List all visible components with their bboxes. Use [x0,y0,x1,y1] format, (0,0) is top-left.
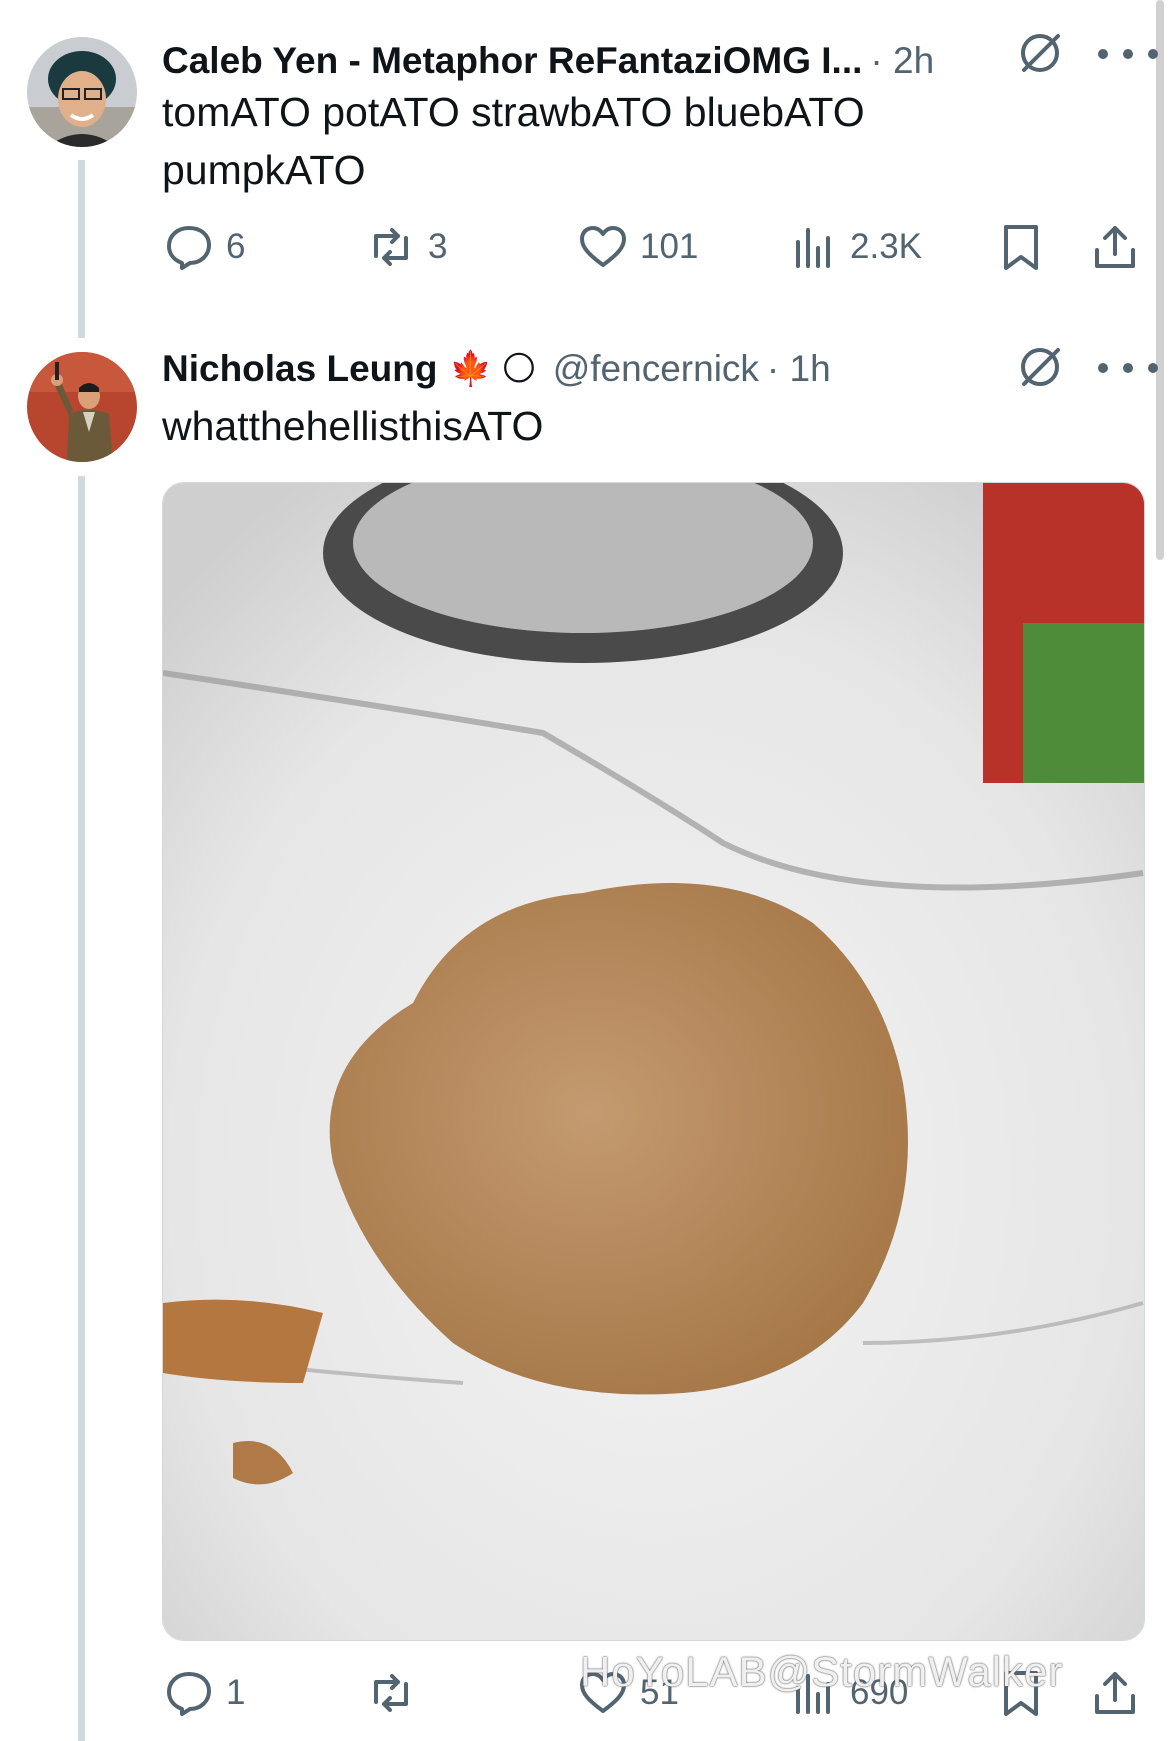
views-icon [796,228,830,268]
tweet-header: Caleb Yen - Metaphor ReFantaziOMG I... ·… [162,34,1080,88]
bookmark-icon [1004,225,1038,270]
timestamp[interactable]: · 2h [870,40,934,82]
thread-line [78,160,85,338]
thread-line [78,476,85,1741]
grok-icon[interactable] [1016,342,1066,392]
tweet-image[interactable] [162,482,1145,1641]
timestamp[interactable]: · 1h [767,348,831,390]
share-icon [1095,226,1135,268]
views-count: 2.3K [850,227,922,266]
grok-icon[interactable] [1016,28,1066,78]
reply-count: 1 [226,1673,246,1712]
name-emoji: 🍁 🌕 [449,350,537,388]
tweet-header: Nicholas Leung 🍁 🌕 @fencernick · 1h [162,342,1080,396]
like-count: 101 [640,227,699,266]
share-icon [1095,1672,1135,1714]
display-name[interactable]: Nicholas Leung [162,348,437,390]
like-icon [580,226,626,267]
tweet-actions: 6 3 101 2.3K [160,217,1150,277]
handle[interactable]: @fencernick [553,348,759,390]
more-icon[interactable] [1098,358,1158,378]
avatar-nicholas[interactable] [27,352,137,462]
reply-button[interactable]: 1 [164,1663,245,1723]
repost-count: 3 [428,227,448,266]
reply-count: 6 [226,227,246,266]
reply-icon [167,1672,211,1716]
tweet-text: tomATO potATO strawbATO bluebATO pumpkAT… [162,89,865,193]
tweet-text: whatthehellisthisATO [162,403,544,449]
repost-icon [374,228,408,266]
watermark: HoYoLAB@StormWalker [580,1648,1064,1695]
reply-icon [167,226,211,270]
avatar-caleb[interactable] [27,37,137,147]
share-button[interactable] [1090,1663,1152,1723]
share-button[interactable] [1090,217,1152,277]
more-icon[interactable] [1098,44,1158,64]
repost-button[interactable] [366,1663,428,1723]
like-button[interactable]: 101 [578,217,698,277]
scrollbar[interactable] [1156,0,1164,560]
repost-button[interactable]: 3 [366,217,447,277]
views-button[interactable]: 2.3K [788,217,922,277]
display-name[interactable]: Caleb Yen - Metaphor ReFantaziOMG I... [162,40,862,82]
reply-button[interactable]: 6 [164,217,245,277]
bookmark-button[interactable] [996,217,1058,277]
repost-icon [374,1674,408,1712]
